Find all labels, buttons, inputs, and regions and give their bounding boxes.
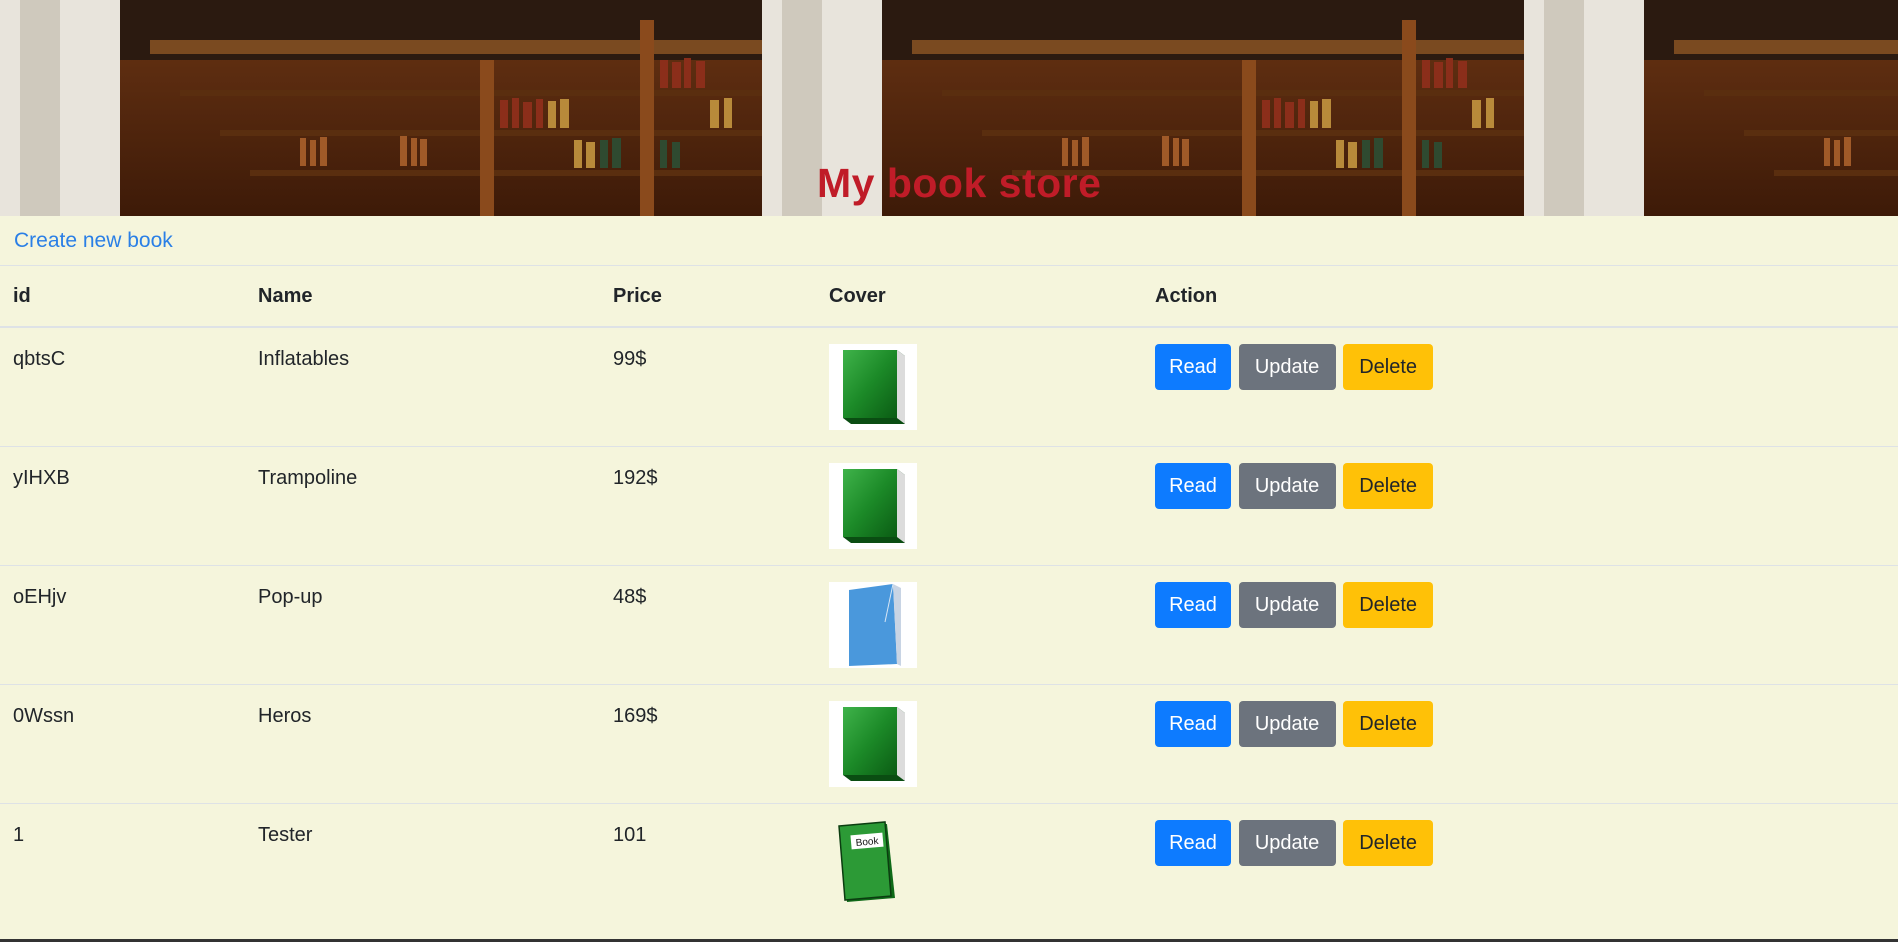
book-actions: Read Update Delete <box>1142 802 1898 922</box>
book-cover-cell <box>816 564 1142 684</box>
blue-book-icon <box>829 581 917 668</box>
read-button[interactable]: Read <box>1155 581 1231 628</box>
book-price: 192$ <box>600 445 816 565</box>
book-cover-cell <box>816 326 1142 446</box>
book-name: Pop-up <box>245 564 600 684</box>
delete-button[interactable]: Delete <box>1343 700 1434 747</box>
book-price: 99$ <box>600 326 816 446</box>
book-price: 48$ <box>600 564 816 684</box>
book-id: qbtsC <box>0 326 245 446</box>
update-button[interactable]: Update <box>1238 344 1336 390</box>
book-id: yIHXB <box>0 445 245 565</box>
table-header-row: id Name Price Cover Action <box>0 265 1898 328</box>
green-book-icon <box>829 462 917 549</box>
delete-button[interactable]: Delete <box>1343 462 1434 509</box>
update-button[interactable]: Update <box>1238 700 1336 747</box>
header-id: id <box>0 265 245 328</box>
book-name: Trampoline <box>245 445 600 565</box>
update-button[interactable]: Update <box>1238 581 1336 628</box>
book-actions: Read Update Delete <box>1142 326 1898 446</box>
header-action: Action <box>1142 265 1898 328</box>
book-cover-label: Book <box>855 835 880 848</box>
banner: My book store <box>0 0 1898 216</box>
book-name: Inflatables <box>245 326 600 446</box>
table-row: yIHXB Trampoline 192$ Read Update Delete <box>0 445 1898 565</box>
table-row: 0Wssn Heros 169$ Read Update Delete <box>0 683 1898 803</box>
book-actions: Read Update Delete <box>1142 445 1898 565</box>
update-button[interactable]: Update <box>1238 462 1336 509</box>
delete-button[interactable]: Delete <box>1343 581 1434 628</box>
green-book-icon <box>829 344 917 430</box>
book-cover-cell <box>816 445 1142 565</box>
book-name: Tester <box>245 802 600 922</box>
library-shelf-image <box>1524 0 1898 216</box>
page-title: My book store <box>817 160 1102 206</box>
book-price: 101 <box>600 802 816 922</box>
books-table: id Name Price Cover Action qbtsC Inflata… <box>0 265 1898 922</box>
create-new-book-link[interactable]: Create new book <box>14 229 173 253</box>
book-name: Heros <box>245 683 600 803</box>
table-row: 1 Tester 101 Book Read Update Delete <box>0 802 1898 922</box>
labeled-book-icon: Book <box>838 820 895 902</box>
header-cover: Cover <box>816 265 1142 328</box>
table-row: oEHjv Pop-up 48$ Read Update Delete <box>0 564 1898 684</box>
header-name: Name <box>245 265 600 328</box>
green-book-icon <box>829 700 917 787</box>
read-button[interactable]: Read <box>1155 344 1231 390</box>
book-actions: Read Update Delete <box>1142 564 1898 684</box>
library-shelf-image <box>0 0 762 216</box>
book-id: oEHjv <box>0 564 245 684</box>
header-price: Price <box>600 265 816 328</box>
book-actions: Read Update Delete <box>1142 683 1898 803</box>
book-cover-cell: Book <box>816 802 1142 922</box>
book-cover-cell <box>816 683 1142 803</box>
delete-button[interactable]: Delete <box>1343 344 1434 390</box>
delete-button[interactable]: Delete <box>1343 819 1434 866</box>
update-button[interactable]: Update <box>1238 819 1336 866</box>
read-button[interactable]: Read <box>1155 700 1231 747</box>
book-id: 1 <box>0 802 245 922</box>
book-price: 169$ <box>600 683 816 803</box>
table-row: qbtsC Inflatables 99$ Read Update Delete <box>0 326 1898 446</box>
read-button[interactable]: Read <box>1155 462 1231 509</box>
book-id: 0Wssn <box>0 683 245 803</box>
read-button[interactable]: Read <box>1155 819 1231 866</box>
